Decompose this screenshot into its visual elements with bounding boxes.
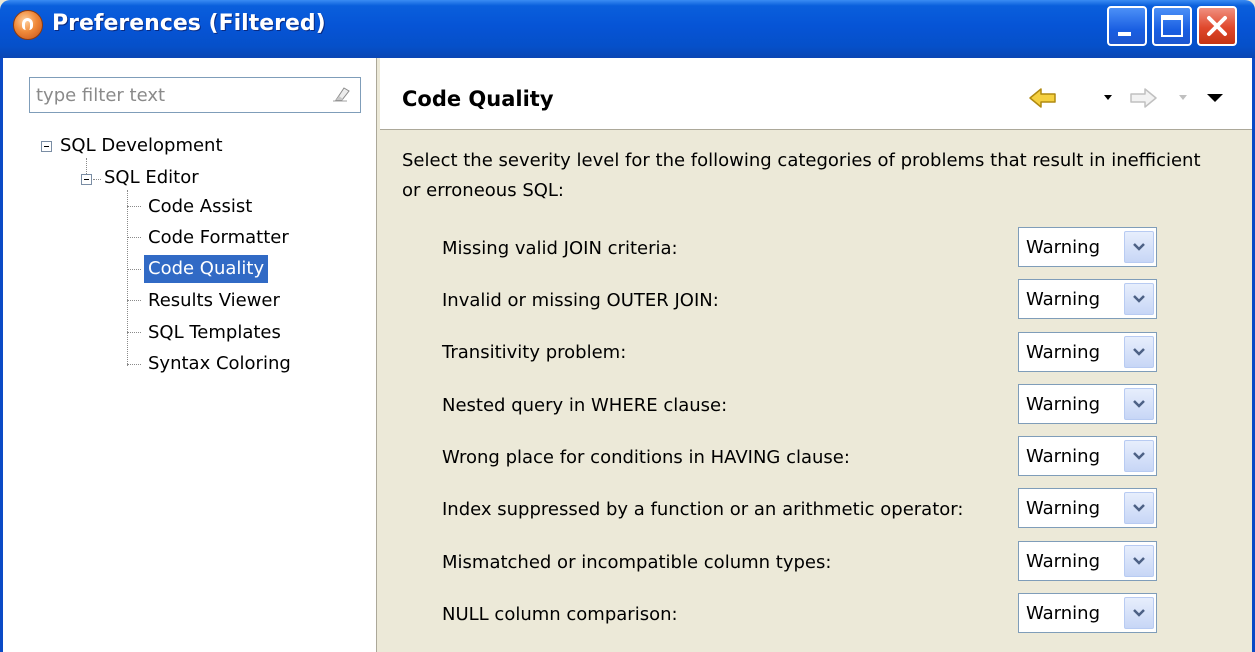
severity-combo[interactable]: Warning [1018,541,1157,581]
combo-value: Warning [1026,237,1101,258]
tree-connector [127,300,141,301]
row-label: Nested query in WHERE clause: [442,395,728,416]
tree-item-sql-development[interactable]: SQL Development [60,132,223,160]
combo-dropdown-button[interactable] [1124,597,1154,629]
page-description: Select the severity level for the follow… [402,150,1201,201]
row-label: Missing valid JOIN criteria: [442,238,678,259]
combo-dropdown-button[interactable] [1124,283,1154,315]
chevron-down-icon [1133,557,1145,565]
combo-value: Warning [1026,603,1101,624]
severity-combo[interactable]: Warning [1018,279,1157,319]
combo-value: Warning [1026,446,1101,467]
combo-dropdown-button[interactable] [1124,388,1154,420]
back-arrow-icon[interactable] [1028,86,1058,110]
filter-input[interactable] [30,78,326,112]
severity-combo[interactable]: Warning [1018,384,1157,424]
combo-value: Warning [1026,342,1101,363]
row-label: Transitivity problem: [442,342,627,363]
eclipse-app-icon [13,10,43,40]
row-label: NULL column comparison: [442,604,678,625]
combo-value: Warning [1026,289,1101,310]
close-icon [1207,16,1227,36]
back-dropdown-icon[interactable] [1102,86,1114,110]
tree-connector [127,332,141,333]
chevron-down-icon [1133,400,1145,408]
combo-value: Warning [1026,551,1101,572]
close-button[interactable] [1197,6,1237,46]
collapse-sql-development-icon[interactable] [41,141,52,152]
window-title: Preferences (Filtered) [52,11,326,36]
clear-filter-icon[interactable] [332,86,350,102]
tree-item-results-viewer[interactable]: Results Viewer [148,287,280,315]
chevron-down-icon [1133,452,1145,460]
row-label: Wrong place for conditions in HAVING cla… [442,447,850,468]
severity-combo[interactable]: Warning [1018,227,1157,267]
tree-connector [127,269,141,270]
severity-combo[interactable]: Warning [1018,332,1157,372]
tree-connector [93,179,101,180]
combo-dropdown-button[interactable] [1124,440,1154,472]
combo-dropdown-button[interactable] [1124,545,1154,577]
maximize-icon [1161,15,1183,37]
row-label: Index suppressed by a function or an ari… [442,499,964,520]
tree-item-code-quality[interactable]: Code Quality [144,255,269,283]
combo-value: Warning [1026,394,1101,415]
combo-dropdown-button[interactable] [1124,231,1154,263]
view-menu-icon[interactable] [1205,86,1225,110]
forward-dropdown-icon[interactable] [1177,86,1189,110]
tree-connector [127,190,128,366]
minimize-button[interactable] [1107,6,1147,46]
chevron-down-icon [1133,609,1145,617]
forward-arrow-icon[interactable] [1128,86,1158,110]
tree-connector [127,364,141,365]
tree-item-sql-editor[interactable]: SQL Editor [104,164,199,192]
row-label: Mismatched or incompatible column types: [442,552,832,573]
tree-item-code-assist[interactable]: Code Assist [148,193,252,221]
tree-item-code-formatter[interactable]: Code Formatter [148,224,289,252]
chevron-down-icon [1133,243,1145,251]
filter-field[interactable] [29,77,361,113]
tree-item-syntax-coloring[interactable]: Syntax Coloring [148,350,291,378]
tree-item-sql-templates[interactable]: SQL Templates [148,319,281,347]
page-header: Code Quality [380,58,1252,130]
minimize-icon [1118,32,1131,36]
row-label: Invalid or missing OUTER JOIN: [442,290,719,311]
combo-dropdown-button[interactable] [1124,336,1154,368]
preference-tree-pane: SQL Development SQL Editor Code Assist C… [3,58,376,652]
tree-connector [127,237,141,238]
title-bar[interactable]: Preferences (Filtered) [0,0,1255,58]
preference-page: Code Quality Select the severity level f… [380,58,1252,652]
collapse-sql-editor-icon[interactable] [81,174,92,185]
tree-connector [86,158,87,174]
chevron-down-icon [1133,504,1145,512]
combo-dropdown-button[interactable] [1124,492,1154,524]
severity-combo[interactable]: Warning [1018,436,1157,476]
severity-combo[interactable]: Warning [1018,488,1157,528]
page-title: Code Quality [402,87,554,111]
severity-combo[interactable]: Warning [1018,593,1157,633]
chevron-down-icon [1133,348,1145,356]
combo-value: Warning [1026,498,1101,519]
tree-connector [127,206,141,207]
chevron-down-icon [1133,295,1145,303]
maximize-button[interactable] [1152,6,1192,46]
